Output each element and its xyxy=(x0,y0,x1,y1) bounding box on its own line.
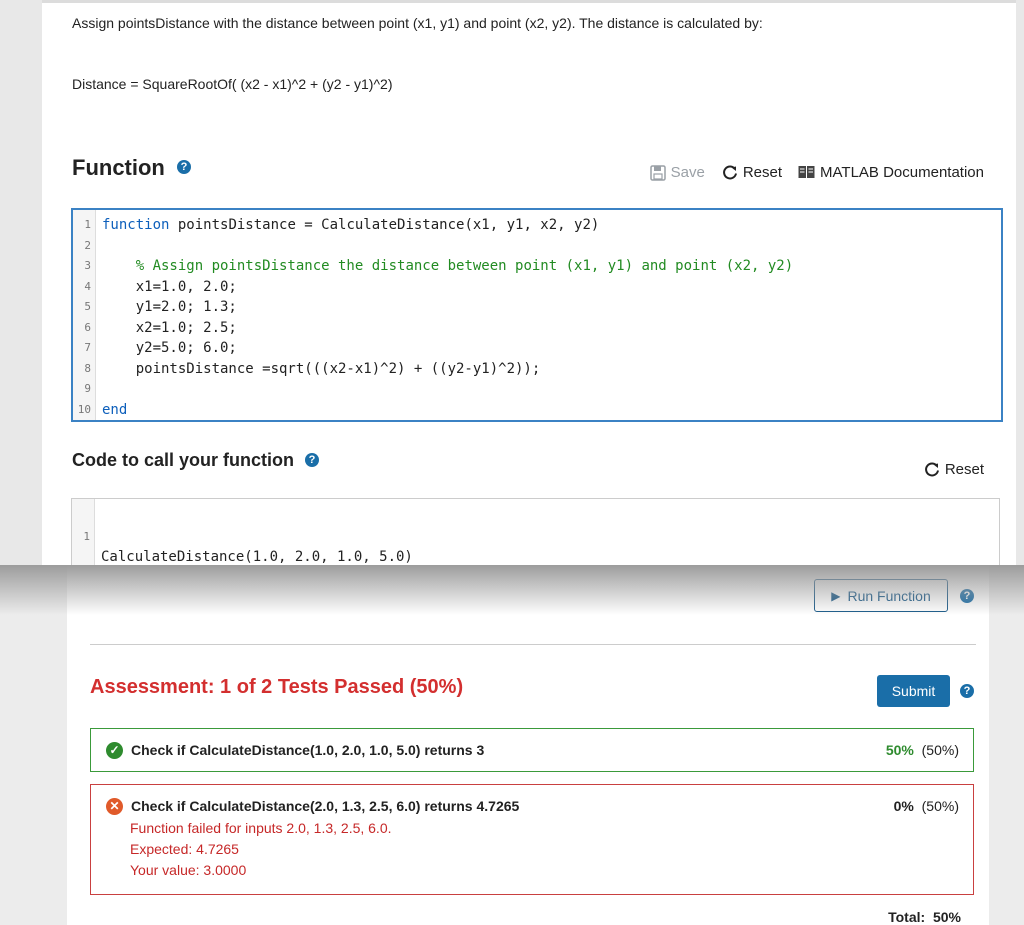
book-icon xyxy=(798,165,815,180)
code-body: x1=1.0, 2.0; xyxy=(102,278,237,295)
line-number: 4 xyxy=(84,279,91,293)
check-circle-icon: ✓ xyxy=(106,742,123,759)
code-body: y1=2.0; 1.3; xyxy=(102,299,237,315)
help-icon[interactable]: ? xyxy=(305,453,320,468)
failure-message: Function failed for inputs 2.0, 1.3, 2.5… xyxy=(130,820,392,836)
test-heading: ✕ Check if CalculateDistance(2.0, 1.3, 2… xyxy=(106,798,520,815)
test-heading: ✓ Check if CalculateDistance(1.0, 2.0, 1… xyxy=(106,742,485,759)
reset-label: Reset xyxy=(742,164,783,181)
code-body: y2=5.0; 6.0; xyxy=(102,340,237,356)
code-text: x2=1.0; 2.5; xyxy=(102,318,237,339)
line-number: 1 xyxy=(83,529,90,543)
code-text: y2=5.0; 6.0; xyxy=(102,338,237,359)
code-keyword: end xyxy=(102,401,128,418)
total-label: Total: xyxy=(888,909,926,925)
line-number: 5 xyxy=(84,300,91,313)
reset-icon xyxy=(923,461,940,478)
submit-label: Submit xyxy=(891,683,936,699)
code-comment: % Assign pointsDistance the distance bet… xyxy=(135,258,794,274)
distance-formula: Distance = SquareRootOf( (x2 - x1)^2 + (… xyxy=(72,76,393,92)
call-title: Code to call your function xyxy=(72,450,295,470)
call-heading: Code to call your function ? xyxy=(72,450,320,471)
score-value: 0% xyxy=(893,798,914,814)
help-icon[interactable]: ? xyxy=(177,160,191,175)
assessment-card: ▶ Run Function ? Assessment: 1 of 2 Test… xyxy=(67,565,989,925)
help-icon[interactable]: ? xyxy=(960,684,974,698)
line-number: 7 xyxy=(84,341,91,354)
problem-intro: Assign pointsDistance with the distance … xyxy=(72,15,763,31)
play-icon: ▶ xyxy=(831,588,841,603)
code-text: function pointsDistance = CalculateDista… xyxy=(102,215,599,236)
score-value: 50% xyxy=(885,742,914,758)
test-result-pass: ✓ Check if CalculateDistance(1.0, 2.0, 1… xyxy=(90,728,974,772)
floppy-disk-icon xyxy=(649,164,666,181)
assessment-title: Assessment: 1 of 2 Tests Passed (50%) xyxy=(90,676,464,698)
help-icon[interactable]: ? xyxy=(960,589,974,603)
save-button[interactable]: Save xyxy=(649,164,705,181)
line-number: 3 xyxy=(84,259,91,272)
save-label: Save xyxy=(670,164,705,181)
run-function-button[interactable]: ▶ Run Function xyxy=(814,579,948,612)
call-code-editor[interactable]: 1 CalculateDistance(1.0, 2.0, 1.0, 5.0) xyxy=(71,498,1000,575)
line-number: 1 xyxy=(84,218,91,231)
call-reset-label: Reset xyxy=(944,461,984,478)
code-text: end xyxy=(102,400,127,421)
submit-button[interactable]: Submit xyxy=(877,675,950,707)
line-number: 6 xyxy=(84,320,91,334)
code-body: pointsDistance = CalculateDistance(x1, y… xyxy=(169,217,600,233)
upper-screenshot: Assign pointsDistance with the distance … xyxy=(0,0,1024,575)
code-line: 1 CalculateDistance(1.0, 2.0, 1.0, 5.0) xyxy=(72,506,413,566)
total-value: 50% xyxy=(932,909,961,925)
code-body xyxy=(102,258,136,274)
line-number: 10 xyxy=(77,402,91,416)
code-text: pointsDistance =sqrt(((x2-x1)^2) + ((y2-… xyxy=(102,359,541,380)
lower-screenshot: ▶ Run Function ? Assessment: 1 of 2 Test… xyxy=(0,565,1024,925)
function-title: Function xyxy=(72,155,165,180)
line-number: 9 xyxy=(84,382,91,395)
test-label: Check if CalculateDistance(1.0, 2.0, 1.0… xyxy=(131,742,485,758)
function-code-editor[interactable]: 1 function pointsDistance = CalculateDist… xyxy=(71,208,1003,422)
line-number: 2 xyxy=(84,238,91,252)
code-body: pointsDistance =sqrt(((x2-x1)^2) + ((y2-… xyxy=(102,360,541,377)
code-text: y1=2.0; 1.3; xyxy=(102,297,237,318)
line-number: 8 xyxy=(84,361,91,375)
code-body: x2=1.0; 2.5; xyxy=(102,319,237,336)
call-reset-button[interactable]: Reset xyxy=(923,461,984,478)
expected-value: Expected: 4.7265 xyxy=(130,841,239,857)
divider xyxy=(90,644,976,645)
reset-button[interactable]: Reset xyxy=(721,164,782,181)
code-text: % Assign pointsDistance the distance bet… xyxy=(102,256,793,277)
run-label: Run Function xyxy=(847,587,931,604)
code-text: x1=1.0, 2.0; xyxy=(102,277,237,298)
code-keyword: function xyxy=(102,217,170,233)
score-weight: (50%) xyxy=(921,798,959,814)
total-score: Total: 50% xyxy=(888,909,961,925)
test-result-fail: ✕ Check if CalculateDistance(2.0, 1.3, 2… xyxy=(90,784,974,895)
reset-icon xyxy=(721,164,738,181)
test-score: 0% (50%) xyxy=(894,798,959,814)
function-heading: Function ? xyxy=(72,155,191,181)
test-label: Check if CalculateDistance(2.0, 1.3, 2.5… xyxy=(131,798,520,814)
actual-value: Your value: 3.0000 xyxy=(130,862,247,878)
doc-label: MATLAB Documentation xyxy=(820,164,984,181)
score-weight: (50%) xyxy=(921,742,959,758)
x-circle-icon: ✕ xyxy=(106,798,123,815)
matlab-documentation-link[interactable]: MATLAB Documentation xyxy=(798,164,984,181)
test-score: 50% (50%) xyxy=(886,742,959,758)
editor-toolbar: Save Reset MATLAB Documentation xyxy=(634,164,984,181)
problem-card: Assign pointsDistance with the distance … xyxy=(42,0,1016,575)
